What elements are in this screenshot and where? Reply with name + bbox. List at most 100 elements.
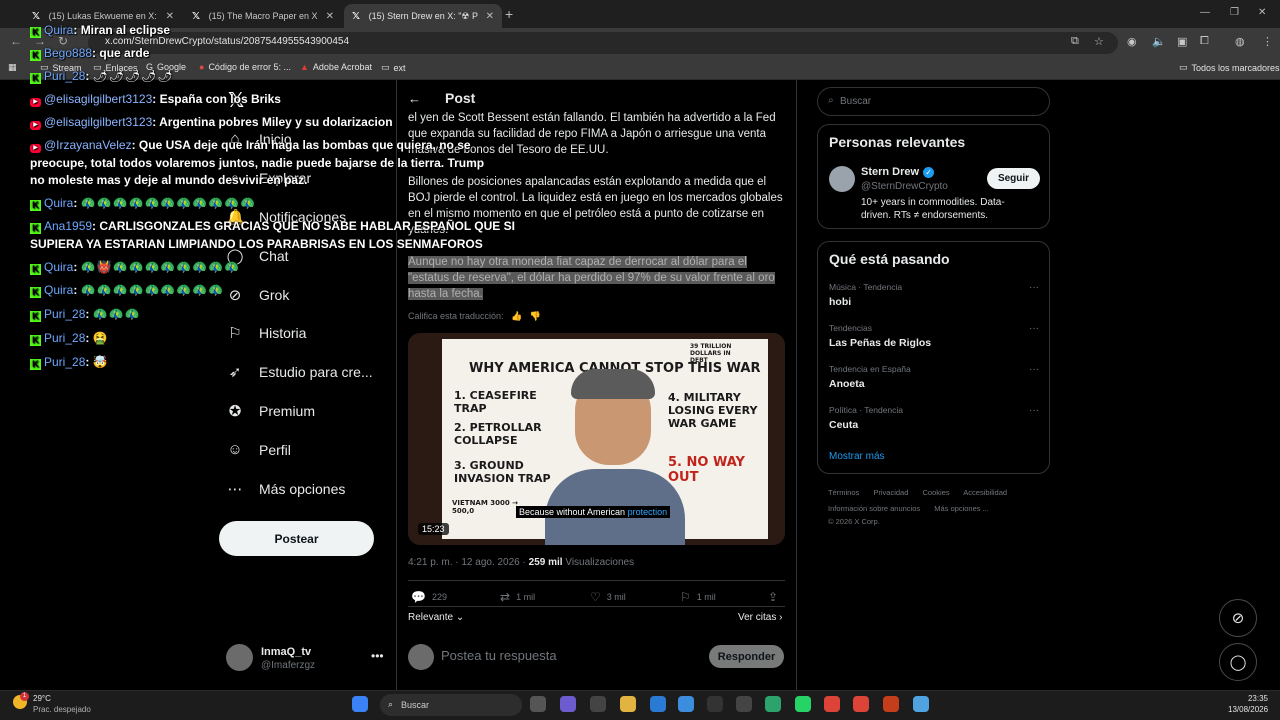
footer-link[interactable]: Más opciones ... xyxy=(934,504,989,513)
grok-icon: ⊘ xyxy=(228,287,242,304)
footer-links: Información sobre anuncios Más opciones … xyxy=(828,504,1001,513)
bookmark-star-icon[interactable]: ☆ xyxy=(1094,35,1104,48)
app-icon[interactable] xyxy=(913,696,929,712)
kick-icon: K xyxy=(30,200,41,211)
avatar[interactable] xyxy=(829,166,855,192)
windows-start-icon[interactable] xyxy=(352,696,368,712)
x-logo-icon: 𝕏 xyxy=(192,10,201,22)
video-player[interactable]: WHY AMERICA CANNOT STOP THIS WAR 39 TRIL… xyxy=(408,333,785,545)
weather-widget[interactable]: 29°C Prac. despejado xyxy=(33,693,91,715)
new-tab-button[interactable]: + xyxy=(505,6,513,22)
more-icon[interactable]: ··· xyxy=(1029,364,1039,375)
maximize-button[interactable]: ❐ xyxy=(1230,7,1239,18)
nav-studio[interactable]: ➶ Estudio para cre... xyxy=(226,363,373,381)
close-icon[interactable]: ✕ xyxy=(326,11,334,22)
footer-link[interactable]: Accesibilidad xyxy=(963,488,1007,497)
more-icon[interactable]: ··· xyxy=(1029,323,1039,334)
person-name[interactable]: Stern Drew ✓ xyxy=(861,166,935,178)
nav-history[interactable]: ⚐ Historia xyxy=(226,324,306,342)
more-icon[interactable]: ··· xyxy=(1029,405,1039,416)
extension-icon[interactable]: ◉ xyxy=(1127,35,1137,48)
acrobat-icon: ▲ xyxy=(300,62,309,72)
nav-grok[interactable]: ⊘ Grok xyxy=(226,286,290,304)
bookmark-error[interactable]: ● Código de error 5: ... xyxy=(199,62,291,72)
footer-link[interactable]: Información sobre anuncios xyxy=(828,504,920,513)
thumbs-up-icon[interactable]: 👍 xyxy=(511,311,522,321)
messages-fab-icon[interactable]: ◯ xyxy=(1219,643,1257,681)
chat-message: K Quira: 🦚👹🦚🦚🦚🦚🦚🦚🦚🦚 xyxy=(30,259,240,275)
chrome-icon[interactable] xyxy=(824,696,840,712)
bookmark-ext[interactable]: ▭ ext xyxy=(381,62,406,73)
more-icon[interactable]: ··· xyxy=(1029,282,1039,293)
more-icon[interactable]: ••• xyxy=(371,649,384,663)
tab-3-active[interactable]: 𝕏 (15) Stern Drew en X: "☢ Profe ✕ xyxy=(344,4,502,28)
reply-button[interactable]: Responder xyxy=(709,645,784,668)
sort-relevant[interactable]: Relevante ⌄ xyxy=(408,612,464,623)
clock[interactable]: 23:35 13/08/2026 xyxy=(1228,693,1268,715)
bookmark-acrobat[interactable]: ▲ Adobe Acrobat xyxy=(300,62,372,72)
thumbs-down-icon[interactable]: 👎 xyxy=(530,311,541,321)
view-quotes-link[interactable]: Ver citas › xyxy=(738,612,782,623)
chrome-icon[interactable] xyxy=(853,696,869,712)
grok-fab-icon[interactable]: ⊘ xyxy=(1219,599,1257,637)
task-view-icon[interactable] xyxy=(530,696,546,712)
x-logo-icon: 𝕏 xyxy=(352,10,361,22)
powerpoint-icon[interactable] xyxy=(883,696,899,712)
whatsapp-icon[interactable] xyxy=(795,696,811,712)
nav-profile[interactable]: ☺ Perfil xyxy=(226,441,291,458)
extension-off-icon[interactable]: ▣ xyxy=(1177,35,1187,48)
chat-message: K Puri_28: 🤯 xyxy=(30,354,109,370)
app-icon[interactable] xyxy=(590,696,606,712)
show-more-link[interactable]: Mostrar más xyxy=(829,451,885,462)
outlook-icon[interactable] xyxy=(650,696,666,712)
tab-2[interactable]: 𝕏 (15) The Macro Paper en X: "B ✕ xyxy=(184,4,342,28)
chat-message: K Quira: Miran al eclipse xyxy=(30,22,170,38)
page-title: Post xyxy=(445,90,476,106)
bookmark-action[interactable]: ⚐ 1 mil xyxy=(680,590,716,604)
share-action[interactable]: ⇪ xyxy=(768,590,778,604)
board-item-4: 4. MILITARY LOSING EVERY WAR GAME xyxy=(668,391,758,430)
trend-item[interactable]: Tendencias Las Peñas de Riglos ··· xyxy=(829,323,1039,349)
file-explorer-icon[interactable] xyxy=(620,696,636,712)
footer-link[interactable]: Privacidad xyxy=(873,488,908,497)
chat-message: K Bego888: que arde xyxy=(30,45,149,61)
trend-item[interactable]: Música · Tendencia hobi ··· xyxy=(829,282,1039,308)
avatar xyxy=(226,644,253,671)
obs-icon[interactable] xyxy=(707,696,723,712)
bookmarks-bar xyxy=(0,58,1280,80)
nav-more-options[interactable]: ⋯ Más opciones xyxy=(226,480,346,498)
footer-link[interactable]: Cookies xyxy=(922,488,949,497)
trend-item[interactable]: Política · Tendencia Ceuta ··· xyxy=(829,405,1039,431)
kick-icon: K xyxy=(30,27,41,38)
install-icon[interactable]: ⧉ xyxy=(1071,35,1079,48)
footer-link[interactable]: Términos xyxy=(828,488,859,497)
puzzle-icon[interactable]: ⧠ xyxy=(1200,35,1209,48)
like-action[interactable]: ♡ 3 mil xyxy=(590,590,626,604)
trend-item[interactable]: Tendencia en España Anoeta ··· xyxy=(829,364,1039,390)
edge-icon[interactable] xyxy=(765,696,781,712)
profile-avatar-icon[interactable]: ◍ xyxy=(1235,35,1245,48)
back-arrow-icon[interactable]: ← xyxy=(408,91,421,106)
close-icon[interactable]: ✕ xyxy=(486,11,494,22)
menu-icon[interactable]: ⋮ xyxy=(1262,35,1273,48)
app-icon[interactable] xyxy=(736,696,752,712)
error-icon: ● xyxy=(199,62,205,72)
post-button[interactable]: Postear xyxy=(219,521,374,556)
repost-action[interactable]: ⇄ 1 mil xyxy=(500,590,535,604)
window-close-button[interactable]: ✕ xyxy=(1258,7,1266,18)
reply-input[interactable]: Postea tu respuesta xyxy=(441,648,557,663)
all-bookmarks[interactable]: ▭ Todos los marcadores xyxy=(1179,62,1280,73)
teams-icon[interactable] xyxy=(560,696,576,712)
follow-button[interactable]: Seguir xyxy=(987,168,1040,189)
apps-icon[interactable]: ▦ xyxy=(8,62,17,73)
close-icon[interactable]: ✕ xyxy=(166,11,174,22)
minimize-button[interactable]: — xyxy=(1200,7,1210,18)
account-switcher[interactable]: InmaQ_tv @Imaferzgz ••• xyxy=(226,644,386,674)
nav-premium[interactable]: ✪ Premium xyxy=(226,402,315,420)
app-icon[interactable] xyxy=(678,696,694,712)
reply-action[interactable]: 💬 229 xyxy=(411,590,447,604)
search-input[interactable]: ⌕ Buscar xyxy=(817,87,1050,116)
back-icon[interactable]: ← xyxy=(10,34,22,48)
mute-icon[interactable]: 🔈 xyxy=(1152,35,1166,48)
taskbar-search[interactable]: ⌕ Buscar xyxy=(380,694,522,716)
